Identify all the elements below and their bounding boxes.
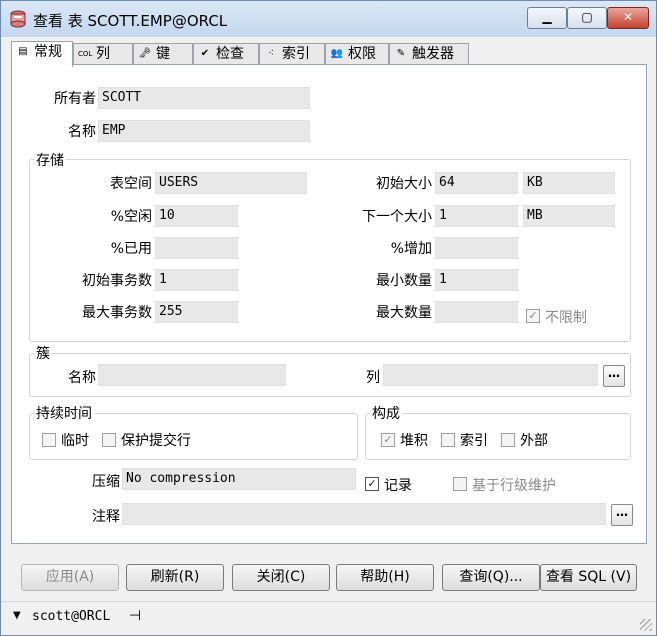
pctused-label: %已用 <box>110 241 152 257</box>
tab-checks[interactable]: ✔ 检查 <box>193 43 259 65</box>
comment-browse-button[interactable]: … <box>611 504 633 526</box>
tab-general[interactable]: ▤ 常规 <box>11 41 73 67</box>
view-sql-button[interactable]: 查看 SQL (V) <box>540 564 637 591</box>
tab-label: 触发器 <box>412 46 454 62</box>
next-size-field[interactable]: 1 <box>435 205 518 227</box>
dialog-client: ▤ 常规 COL 列 🗝 键 ✔ 检查 ⁖ 索引 👥 权限 ✎ 触发器 所有者 … <box>8 37 650 593</box>
tab-label: 列 <box>96 46 110 62</box>
next-size-label: 下一个大小 <box>362 209 432 225</box>
connection-status: scott@ORCL <box>32 609 111 624</box>
apply-button[interactable]: 应用(A) <box>21 564 119 591</box>
tab-keys[interactable]: 🗝 键 <box>133 43 193 65</box>
status-bar: ▼ scott@ORCL ⊣ <box>1 601 656 635</box>
external-checkbox[interactable] <box>501 433 515 447</box>
cluster-columns-browse-button[interactable]: … <box>603 365 625 387</box>
maxextents-label: 最大数量 <box>376 305 432 321</box>
trigger-icon: ✎ <box>396 48 406 59</box>
index-icon: ⁖ <box>268 48 274 59</box>
heap-label: 堆积 <box>400 433 428 449</box>
compression-field[interactable]: No compression <box>122 468 356 490</box>
pctincrease-field[interactable] <box>435 237 518 259</box>
pctfree-label: %空闲 <box>110 209 152 225</box>
maxtrans-label: 最大事务数 <box>82 305 152 321</box>
general-tab-panel: 所有者 SCOTT 名称 EMP 存储 表空间 USERS %空闲 10 %已用… <box>11 64 647 544</box>
cluster-name-field[interactable] <box>98 364 286 386</box>
cluster-group-label: 簇 <box>34 343 52 363</box>
unlimited-checkbox[interactable]: ✓ <box>526 309 540 323</box>
initrans-label: 初始事务数 <box>82 273 152 289</box>
tab-label: 键 <box>156 46 170 62</box>
temporary-checkbox[interactable] <box>42 433 56 447</box>
users-icon: 👥 <box>330 48 344 59</box>
window-title: 查看 表 SCOTT.EMP@ORCL <box>33 12 228 30</box>
initrans-field[interactable]: 1 <box>155 269 238 291</box>
pctfree-field[interactable]: 10 <box>155 205 238 227</box>
unlimited-label: 不限制 <box>545 310 587 326</box>
pin-icon[interactable]: ⊣ <box>129 608 141 624</box>
tab-indexes[interactable]: ⁖ 索引 <box>259 43 325 65</box>
tab-privileges[interactable]: 👥 权限 <box>325 43 389 65</box>
tablespace-field[interactable]: USERS <box>155 172 307 194</box>
owner-field[interactable]: SCOTT <box>98 87 310 109</box>
initial-size-unit[interactable]: KB <box>523 172 615 194</box>
preserve-rows-label: 保护提交行 <box>121 433 191 449</box>
duration-group-label: 持续时间 <box>34 403 94 423</box>
storage-group-label: 存储 <box>34 150 66 170</box>
key-icon: 🗝 <box>138 48 152 59</box>
minextents-label: 最小数量 <box>376 273 432 289</box>
tab-label: 检查 <box>216 46 244 62</box>
next-size-unit[interactable]: MB <box>523 205 615 227</box>
columns-icon: COL <box>78 50 93 58</box>
pctused-field[interactable] <box>155 237 238 259</box>
row-dependencies-checkbox[interactable] <box>453 477 467 491</box>
tab-triggers[interactable]: ✎ 触发器 <box>389 43 469 65</box>
tab-columns[interactable]: COL 列 <box>73 43 133 65</box>
tab-label: 权限 <box>348 46 376 62</box>
tab-label: 常规 <box>34 44 62 60</box>
minextents-field[interactable]: 1 <box>435 269 518 291</box>
tab-label: 索引 <box>282 46 310 62</box>
general-icon: ▤ <box>18 46 28 57</box>
comment-label: 注释 <box>92 509 120 525</box>
maxtrans-field[interactable]: 255 <box>155 301 238 323</box>
initial-size-label: 初始大小 <box>376 176 432 192</box>
name-label: 名称 <box>68 124 96 140</box>
cluster-columns-label: 列 <box>366 370 380 386</box>
check-icon: ✔ <box>200 48 210 59</box>
name-field[interactable]: EMP <box>98 120 310 142</box>
title-bar[interactable]: 查看 表 SCOTT.EMP@ORCL ▁ ▢ ✕ <box>1 1 656 37</box>
pctincrease-label: %增加 <box>390 241 432 257</box>
cluster-columns-field[interactable] <box>383 364 598 386</box>
external-label: 外部 <box>520 433 548 449</box>
query-button[interactable]: 查询(Q)... <box>442 564 540 591</box>
minimize-button[interactable]: ▁ <box>527 7 567 29</box>
maximize-button[interactable]: ▢ <box>567 7 607 29</box>
close-window-button[interactable]: ✕ <box>607 7 649 29</box>
close-button[interactable]: 关闭(C) <box>232 564 330 591</box>
owner-label: 所有者 <box>54 91 96 107</box>
help-button[interactable]: 帮助(H) <box>336 564 434 591</box>
dropdown-arrow-icon[interactable]: ▼ <box>13 610 21 621</box>
heap-checkbox[interactable]: ✓ <box>381 433 395 447</box>
initial-size-field[interactable]: 64 <box>435 172 518 194</box>
maxextents-field[interactable] <box>435 301 518 323</box>
row-dependencies-label: 基于行级维护 <box>472 478 556 494</box>
resize-grip[interactable] <box>640 619 652 631</box>
comment-field[interactable] <box>122 503 606 525</box>
tablespace-label: 表空间 <box>110 176 152 192</box>
temporary-label: 临时 <box>61 433 89 449</box>
dialog-window: 查看 表 SCOTT.EMP@ORCL ▁ ▢ ✕ ▤ 常规 COL 列 🗝 键… <box>0 0 657 636</box>
database-app-icon <box>10 10 26 28</box>
organization-group-label: 构成 <box>370 403 402 423</box>
compression-label: 压缩 <box>92 474 120 490</box>
refresh-button[interactable]: 刷新(R) <box>126 564 224 591</box>
logging-label: 记录 <box>384 478 412 494</box>
logging-checkbox[interactable]: ✓ <box>365 477 379 491</box>
preserve-rows-checkbox[interactable] <box>102 433 116 447</box>
cluster-name-label: 名称 <box>68 370 96 386</box>
index-organized-checkbox[interactable] <box>441 433 455 447</box>
index-organized-label: 索引 <box>460 433 488 449</box>
